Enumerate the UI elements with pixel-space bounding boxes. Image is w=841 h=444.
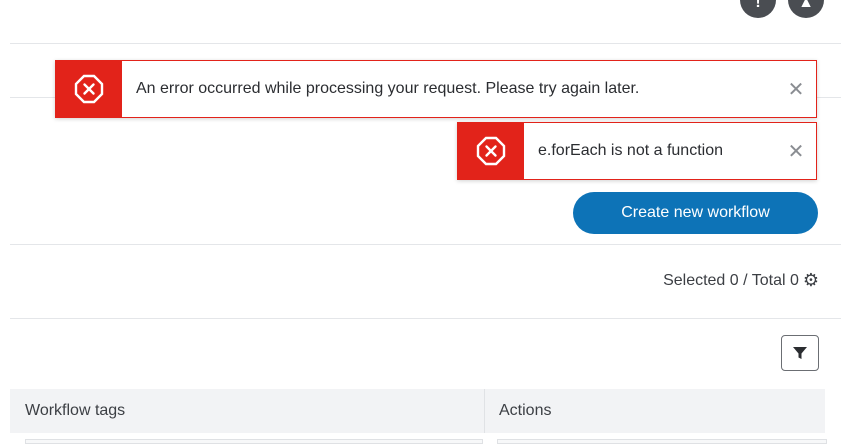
column-header-workflow-tags[interactable]: Workflow tags xyxy=(10,389,485,433)
close-icon[interactable]: ✕ xyxy=(776,139,816,164)
toast-message: An error occurred while processing your … xyxy=(136,80,640,97)
error-icon xyxy=(458,123,524,179)
user-avatar-icon[interactable]: ▲ xyxy=(788,0,824,18)
filter-icon xyxy=(793,347,807,359)
column-header-actions: Actions xyxy=(499,402,552,419)
divider xyxy=(10,318,841,319)
filter-button[interactable] xyxy=(781,335,819,371)
divider xyxy=(10,244,841,245)
counter-text: Selected 0 / Total 0 xyxy=(663,271,799,289)
toast-message: e.forEach is not a function xyxy=(538,142,723,159)
create-workflow-button[interactable]: Create new workflow xyxy=(573,192,818,234)
gear-icon[interactable]: ⚙ xyxy=(803,270,819,291)
selection-counter: Selected 0 / Total 0 ⚙ xyxy=(663,270,819,291)
close-icon[interactable]: ✕ xyxy=(776,77,816,102)
error-toast: e.forEach is not a function ✕ xyxy=(457,122,817,180)
error-toast: An error occurred while processing your … xyxy=(55,60,817,118)
table-row xyxy=(497,439,827,444)
help-icon[interactable]: ! xyxy=(740,0,776,18)
table-row xyxy=(25,439,483,444)
divider xyxy=(10,43,841,44)
table-header: Workflow tags Actions xyxy=(10,389,825,433)
error-icon xyxy=(56,61,122,117)
